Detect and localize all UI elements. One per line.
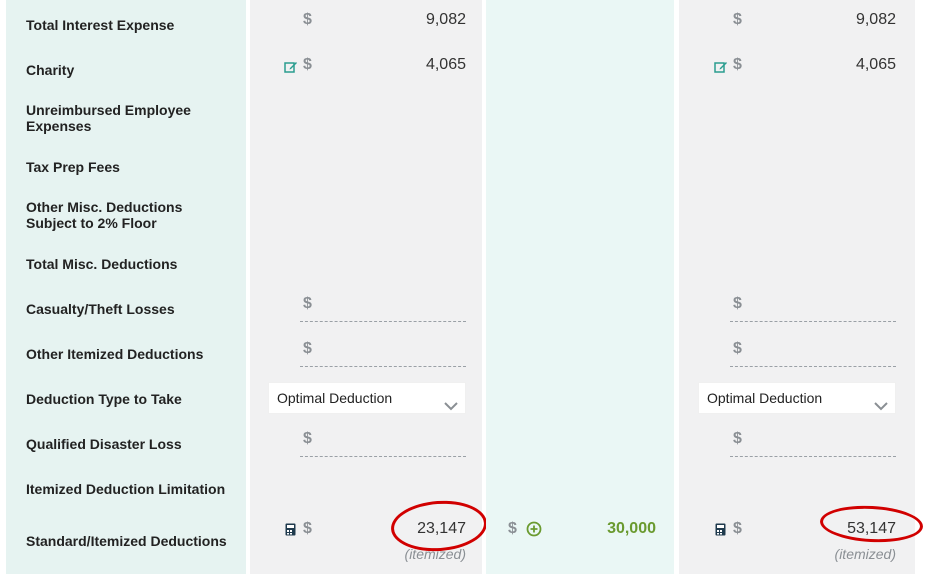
chevron-down-icon	[873, 392, 889, 422]
label-charity: Charity	[26, 62, 75, 78]
label-itemized-deduction-limitation: Itemized Deduction Limitation	[26, 481, 226, 497]
disaster-loss-input[interactable]	[300, 456, 466, 457]
casualty-theft-input[interactable]	[300, 321, 466, 322]
label-casualty-theft-losses: Casualty/Theft Losses	[26, 301, 175, 317]
other-itemized-input[interactable]	[300, 366, 466, 367]
currency-symbol: $	[733, 56, 742, 73]
deduction-type-select[interactable]: Optimal Deduction	[698, 382, 896, 414]
label-total-misc-deductions: Total Misc. Deductions	[26, 256, 178, 272]
calculator-icon[interactable]	[285, 523, 296, 541]
deduction-type-value: Optimal Deduction	[707, 390, 823, 406]
interest-value: 9,082	[425, 11, 466, 28]
edit-icon[interactable]	[714, 60, 728, 79]
edit-icon[interactable]	[284, 60, 298, 79]
label-unreimbursed-employee-expenses: Unreimbursed Employee Expenses	[26, 102, 191, 134]
scenario-column-2: $ 30,000	[486, 0, 674, 574]
other-itemized-input[interactable]	[730, 366, 896, 367]
total-deductions-note: (itemized)	[834, 546, 896, 562]
currency-symbol: $	[733, 340, 742, 357]
deduction-type-select[interactable]: Optimal Deduction	[268, 382, 466, 414]
label-other-misc-deductions: Other Misc. Deductions Subject to 2% Flo…	[26, 199, 183, 231]
charity-value: 4,065	[425, 56, 466, 73]
calculator-icon[interactable]	[715, 523, 726, 541]
label-qualified-disaster-loss: Qualified Disaster Loss	[26, 436, 182, 452]
add-circle-icon[interactable]	[526, 521, 542, 542]
deduction-type-value: Optimal Deduction	[277, 390, 393, 406]
currency-symbol: $	[303, 340, 312, 357]
disaster-loss-input[interactable]	[730, 456, 896, 457]
label-tax-prep-fees: Tax Prep Fees	[26, 159, 120, 175]
standard-deduction-value: 30,000	[607, 520, 656, 537]
currency-symbol: $	[303, 295, 312, 312]
currency-symbol: $	[733, 430, 742, 447]
label-standard-itemized-deductions: Standard/Itemized Deductions	[26, 533, 227, 549]
chevron-down-icon	[443, 392, 459, 422]
scenario-column-3: $ 9,082 $ 4,065 $ $ Optimal Deduction $ …	[679, 0, 924, 574]
currency-symbol: $	[733, 11, 742, 28]
label-deduction-type: Deduction Type to Take	[26, 391, 182, 407]
annotation-circle	[819, 503, 924, 545]
charity-value: 4,065	[855, 56, 896, 73]
currency-symbol: $	[303, 56, 312, 73]
currency-symbol: $	[733, 295, 742, 312]
currency-symbol: $	[303, 430, 312, 447]
interest-value: 9,082	[855, 11, 896, 28]
currency-symbol: $	[303, 520, 312, 537]
label-total-interest-expense: Total Interest Expense	[26, 17, 175, 33]
casualty-theft-input[interactable]	[730, 321, 896, 322]
scenario-column-1: $ 9,082 $ 4,065 $ $ Optimal Deduction $ …	[250, 0, 489, 574]
label-other-itemized-deductions: Other Itemized Deductions	[26, 346, 204, 362]
labels-column: Total Interest Expense Charity Unreimbur…	[6, 0, 246, 574]
currency-symbol: $	[508, 520, 517, 537]
currency-symbol: $	[733, 520, 742, 537]
currency-symbol: $	[303, 11, 312, 28]
